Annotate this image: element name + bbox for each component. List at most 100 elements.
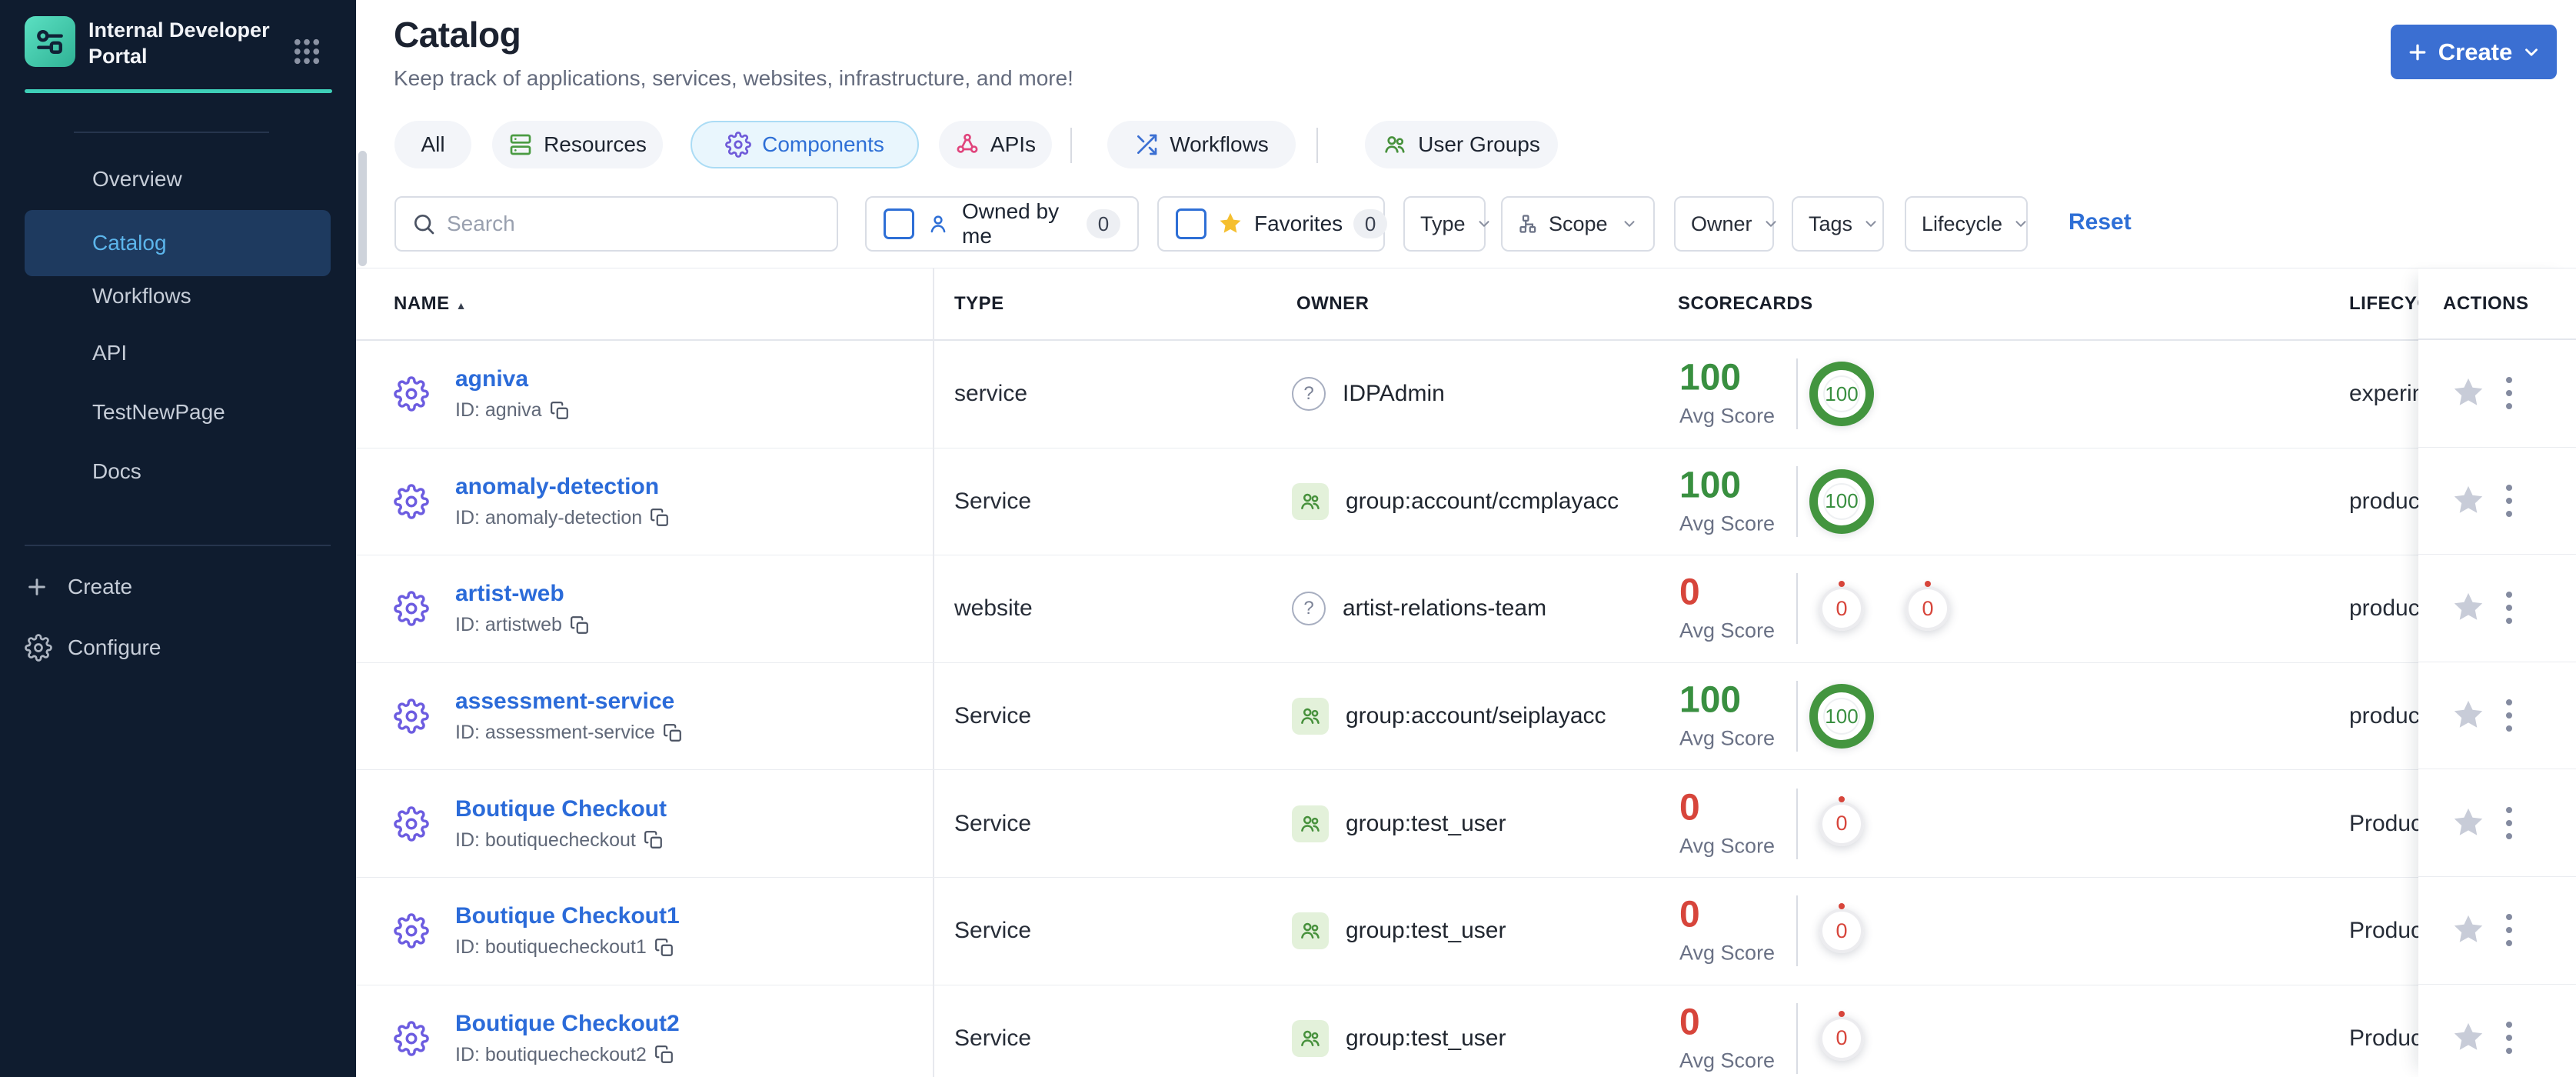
entity-name-link[interactable]: assessment-service (455, 689, 674, 715)
table-row: artist-web ID: artistweb website ? artis… (356, 555, 2576, 663)
sidebar-item-testnewpage[interactable]: TestNewPage (25, 389, 331, 435)
kebab-menu-icon[interactable] (2501, 587, 2517, 629)
entity-name-link[interactable]: anomaly-detection (455, 474, 659, 500)
avg-score-label: Avg Score (1679, 1049, 1776, 1072)
app-grid-icon[interactable] (291, 35, 323, 68)
entity-id: ID: boutiquecheckout2 (455, 1044, 680, 1066)
avg-score-value: 100 (1679, 465, 1742, 506)
favorites-checkbox[interactable] (1176, 208, 1206, 239)
tab-user-groups[interactable]: User Groups (1365, 121, 1558, 168)
kebab-menu-icon[interactable] (2501, 372, 2517, 414)
scrollbar-thumb[interactable] (358, 151, 367, 266)
entity-name-cell: assessment-service ID: assessment-servic… (455, 689, 683, 744)
score-gauge: 0 (1819, 1015, 1864, 1061)
copy-icon[interactable] (570, 615, 590, 635)
kebab-menu-icon[interactable] (2501, 1017, 2517, 1059)
favorite-star-icon[interactable] (2451, 912, 2486, 948)
sidebar-configure-button[interactable]: Configure (25, 623, 161, 672)
copy-icon[interactable] (550, 401, 570, 421)
entity-name-link[interactable]: agniva (455, 366, 528, 392)
sidebar-item-overview[interactable]: Overview (25, 156, 331, 202)
kebab-menu-icon[interactable] (2501, 480, 2517, 522)
create-button[interactable]: Create (2391, 25, 2557, 79)
tab-apis[interactable]: APIs (939, 121, 1052, 168)
avg-score-value: 0 (1679, 1002, 1700, 1043)
lifecycle-cell: production (2349, 488, 2418, 514)
search-icon (411, 212, 436, 236)
sidebar-item-api[interactable]: API (25, 330, 331, 376)
person-icon (927, 212, 950, 235)
type-cell: website (954, 595, 1033, 622)
owned-by-me-checkbox[interactable] (884, 208, 914, 239)
entity-id: ID: boutiquecheckout (455, 829, 667, 852)
favorite-star-icon[interactable] (2451, 590, 2486, 625)
column-header-name[interactable]: NAME ▲ (394, 293, 467, 315)
favorite-star-icon[interactable] (2451, 805, 2486, 841)
search-input[interactable]: Search (394, 196, 838, 252)
component-gear-icon (394, 699, 429, 734)
nav-divider (74, 132, 269, 133)
entity-name-link[interactable]: artist-web (455, 581, 564, 607)
reset-filters-link[interactable]: Reset (2068, 209, 2132, 235)
entity-name-cell: anomaly-detection ID: anomaly-detection (455, 474, 670, 529)
avg-score-label: Avg Score (1679, 404, 1776, 428)
tab-resources[interactable]: Resources (492, 121, 663, 168)
actions-cell (2418, 877, 2576, 985)
tab-workflows[interactable]: Workflows (1107, 121, 1296, 168)
type-dropdown[interactable]: Type (1403, 196, 1489, 252)
entity-name-link[interactable]: Boutique Checkout (455, 796, 667, 822)
favorite-star-icon[interactable] (2451, 1020, 2486, 1055)
score-divider (1796, 358, 1798, 430)
scope-dropdown[interactable]: Scope (1501, 196, 1655, 252)
sidebar-create-button[interactable]: Create (25, 562, 132, 612)
column-header-lifecycle[interactable]: LIFECYCLE (2349, 293, 2418, 315)
copy-icon[interactable] (654, 938, 674, 958)
owner-label: group:test_user (1346, 810, 1506, 836)
column-header-owner[interactable]: OWNER (1296, 293, 1370, 315)
copy-icon[interactable] (663, 723, 683, 743)
tags-dropdown[interactable]: Tags (1792, 196, 1884, 252)
chevron-down-icon (2012, 215, 2029, 232)
entity-name-cell: Boutique Checkout2 ID: boutiquecheckout2 (455, 1011, 680, 1066)
score-divider (1796, 573, 1798, 645)
favorites-filter[interactable]: Favorites 0 (1157, 196, 1388, 252)
tab-all[interactable]: All (394, 121, 471, 168)
avg-score-value: 100 (1679, 357, 1742, 398)
scorecard-gauges: 0 (1809, 1015, 1864, 1061)
owned-by-me-filter[interactable]: Owned by me 0 (865, 196, 1139, 252)
column-header-scorecards[interactable]: SCORECARDS (1678, 293, 1813, 315)
lifecycle-cell: production (2349, 703, 2418, 729)
entity-name-link[interactable]: Boutique Checkout2 (455, 1011, 680, 1037)
idp-catalog-page: Internal Developer Portal Overview Catal… (0, 0, 2576, 1077)
owner-dropdown[interactable]: Owner (1674, 196, 1776, 252)
lifecycle-cell: Production (2349, 810, 2418, 836)
copy-icon[interactable] (650, 508, 670, 528)
score-divider (1796, 1002, 1798, 1074)
page-subtitle: Keep track of applications, services, we… (394, 66, 1073, 90)
type-cell: Service (954, 810, 1032, 836)
sidebar-item-docs[interactable]: Docs (25, 448, 331, 495)
copy-icon[interactable] (644, 830, 664, 850)
kebab-menu-icon[interactable] (2501, 909, 2517, 951)
entity-name-cell: Boutique Checkout1 ID: boutiquecheckout1 (455, 903, 680, 959)
entity-name-link[interactable]: Boutique Checkout1 (455, 903, 680, 929)
tab-components[interactable]: Components (691, 121, 919, 168)
favorite-star-icon[interactable] (2451, 483, 2486, 518)
sidebar-item-catalog[interactable]: Catalog (25, 210, 331, 276)
kebab-menu-icon[interactable] (2501, 695, 2517, 736)
lifecycle-dropdown[interactable]: Lifecycle (1905, 196, 2028, 252)
component-gear-icon (394, 591, 429, 627)
owner-label: group:account/seiplayacc (1346, 703, 1606, 729)
avg-score-cell: 100 Avg Score (1679, 682, 1775, 751)
owner-cell: ? group:test_user (1292, 805, 1506, 842)
column-header-actions: ACTIONS (2443, 292, 2529, 314)
scorecard-gauges: 100 (1809, 684, 1874, 749)
favorite-star-icon[interactable] (2451, 698, 2486, 733)
column-header-type[interactable]: TYPE (954, 293, 1004, 315)
copy-icon[interactable] (654, 1045, 674, 1065)
entity-id: ID: assessment-service (455, 722, 683, 744)
kebab-menu-icon[interactable] (2501, 802, 2517, 844)
favorite-star-icon[interactable] (2451, 375, 2486, 411)
owner-group-icon (1292, 1019, 1329, 1057)
sidebar-item-workflows[interactable]: Workflows (25, 273, 331, 319)
